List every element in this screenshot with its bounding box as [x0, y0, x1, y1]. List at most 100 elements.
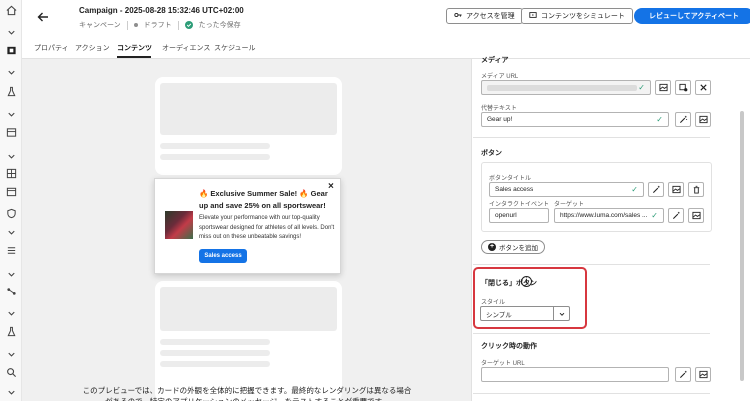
- tab-bar: プロパティ アクション コンテンツ オーディエンス スケジュール: [22, 40, 750, 59]
- left-nav-rail: [0, 0, 22, 401]
- button-title-input[interactable]: Sales access ✓: [489, 182, 644, 197]
- list-icon[interactable]: [5, 244, 17, 256]
- placeholder-card: [155, 77, 342, 175]
- media-url-label: メディア URL: [481, 74, 519, 80]
- alt-asset-button[interactable]: [695, 112, 711, 127]
- media-url-input[interactable]: ✓: [481, 80, 651, 95]
- checkmark-icon: ✓: [656, 115, 663, 124]
- magic-wand-icon: [679, 370, 687, 379]
- divider: [473, 333, 710, 334]
- chevron-down-icon[interactable]: [5, 348, 17, 360]
- image-settings-icon: [678, 83, 687, 92]
- tab-content[interactable]: コンテンツ: [117, 43, 152, 53]
- divider: [126, 20, 128, 30]
- chevron-down-icon[interactable]: [5, 66, 17, 78]
- button-asset-button[interactable]: [668, 182, 684, 197]
- journey-icon[interactable]: [5, 285, 17, 297]
- personalize-target-button[interactable]: [668, 208, 684, 223]
- placeholder-card: [155, 281, 342, 401]
- target-url-input[interactable]: [481, 367, 669, 382]
- personalize-url-button[interactable]: [675, 367, 691, 382]
- target-asset-button[interactable]: [688, 208, 704, 223]
- close-style-select[interactable]: シンプル: [480, 306, 570, 321]
- tab-audience[interactable]: オーディエンス: [162, 43, 210, 53]
- blurred-url-value: [487, 84, 637, 91]
- sales-access-button[interactable]: Sales access: [199, 249, 247, 263]
- image-icon: [698, 115, 708, 124]
- home-icon[interactable]: [5, 4, 17, 16]
- checkmark-circle-icon: [184, 21, 193, 29]
- delete-button[interactable]: [688, 182, 704, 197]
- calendar-icon[interactable]: [5, 185, 17, 197]
- back-arrow-icon[interactable]: [36, 10, 50, 24]
- remove-media-button[interactable]: [695, 80, 711, 95]
- chevron-down-icon[interactable]: [5, 307, 17, 319]
- shield-icon[interactable]: [5, 207, 17, 219]
- trash-icon: [693, 185, 699, 194]
- info-icon[interactable]: i: [521, 276, 532, 287]
- checkmark-icon: ✓: [638, 83, 645, 92]
- panel-scrollbar[interactable]: [736, 59, 750, 401]
- add-button-button[interactable]: + ボタンを追加: [481, 240, 545, 254]
- magic-wand-icon: [672, 211, 680, 220]
- flask-icon[interactable]: [5, 85, 17, 97]
- magic-wand-icon: [652, 185, 660, 194]
- target-url-label: ターゲット URL: [481, 361, 525, 367]
- interaction-event-label: インタラクトイベント: [489, 202, 550, 208]
- simulate-content-button[interactable]: コンテンツをシミュレート: [521, 8, 633, 24]
- divider: [177, 20, 179, 30]
- message-body: Elevate your performance with our top-qu…: [199, 215, 335, 240]
- chevron-down-icon[interactable]: [5, 26, 17, 38]
- chevron-down-icon[interactable]: [5, 386, 17, 398]
- checkmark-icon: ✓: [651, 211, 658, 220]
- chevron-down-icon[interactable]: [5, 226, 17, 238]
- skeleton-block: [160, 83, 337, 135]
- asset-settings-button[interactable]: [675, 80, 691, 95]
- skeleton-line: [160, 154, 270, 160]
- status-badge: ドラフト: [143, 22, 172, 29]
- section-title-buttons: ボタン: [481, 150, 502, 157]
- tab-actions[interactable]: アクション: [75, 43, 110, 53]
- personalize-alt-button[interactable]: [675, 112, 691, 127]
- button-target-input[interactable]: https://www.luma.com/sales ... ✓: [554, 208, 664, 223]
- saved-status: たった今保存: [198, 22, 241, 29]
- divider: [473, 137, 710, 138]
- divider: [473, 264, 710, 265]
- alt-text-label: 代替テキスト: [481, 106, 517, 112]
- breadcrumb: キャンペーン ドラフト たった今保存: [79, 20, 241, 30]
- alt-text-input[interactable]: Gear up! ✓: [481, 112, 669, 127]
- simulate-icon: [529, 11, 537, 21]
- page-header: Campaign - 2025-08-28 15:32:46 UTC+02:00…: [22, 0, 750, 40]
- page-title: Campaign - 2025-08-28 15:32:46 UTC+02:00: [79, 6, 244, 15]
- asset-picker-button[interactable]: [655, 80, 671, 95]
- scrollbar-thumb[interactable]: [740, 111, 744, 381]
- image-icon: [698, 370, 708, 379]
- skeleton-line: [160, 361, 270, 367]
- magic-wand-icon: [679, 115, 687, 124]
- tab-properties[interactable]: プロパティ: [34, 43, 69, 53]
- checkmark-icon: ✓: [631, 185, 638, 194]
- interaction-event-select[interactable]: openurl: [489, 208, 549, 223]
- tab-schedule[interactable]: スケジュール: [214, 43, 256, 53]
- search-icon[interactable]: [5, 366, 17, 378]
- manage-access-button[interactable]: アクセスを管理: [446, 8, 523, 24]
- image-icon: [671, 185, 681, 194]
- campaign-icon[interactable]: [5, 44, 17, 56]
- personalize-button-title[interactable]: [648, 182, 664, 197]
- in-app-message-preview: × 🔥 Exclusive Summer Sale! 🔥 Gear up and…: [154, 178, 341, 274]
- add-circle-icon: +: [488, 243, 496, 251]
- message-image: [165, 211, 193, 239]
- section-title-click-action: クリック時の動作: [481, 343, 537, 350]
- url-asset-button[interactable]: [695, 367, 711, 382]
- flask-icon[interactable]: [5, 325, 17, 337]
- review-activate-button[interactable]: レビューしてアクティベート: [634, 8, 750, 24]
- content-icon[interactable]: [5, 126, 17, 138]
- grid-icon[interactable]: [5, 167, 17, 179]
- skeleton-block: [160, 287, 337, 331]
- chevron-down-icon[interactable]: [5, 268, 17, 280]
- skeleton-line: [160, 339, 270, 345]
- preview-disclaimer: このプレビューでは、カードの外観を全体的に把握できます。最終的なレンダリングは異…: [82, 386, 412, 401]
- chevron-down-icon[interactable]: [5, 108, 17, 120]
- skeleton-line: [160, 143, 270, 149]
- chevron-down-icon[interactable]: [5, 150, 17, 162]
